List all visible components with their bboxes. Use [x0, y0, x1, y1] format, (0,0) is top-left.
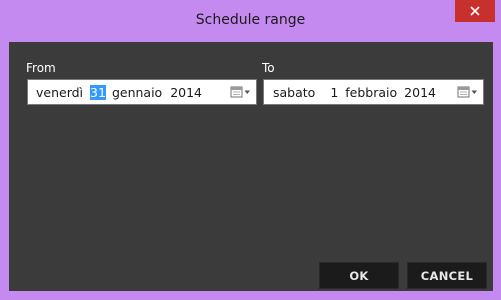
to-year[interactable]: 2014	[404, 85, 436, 100]
to-label: To	[262, 61, 275, 75]
to-date-picker[interactable]: sabato 1 febbraio 2014	[263, 79, 484, 105]
to-weekday[interactable]: sabato	[273, 85, 315, 100]
from-date-picker[interactable]: venerdì 31 gennaio 2014	[27, 79, 257, 105]
from-month[interactable]: gennaio	[112, 85, 162, 100]
ok-button[interactable]: OK	[319, 262, 399, 289]
window-title: Schedule range	[195, 12, 306, 28]
cancel-button[interactable]: CANCEL	[407, 262, 487, 289]
close-icon	[470, 6, 480, 16]
from-calendar-dropdown-button[interactable]	[230, 85, 252, 99]
close-button[interactable]	[455, 0, 495, 22]
from-year[interactable]: 2014	[170, 85, 202, 100]
calendar-dropdown-icon	[230, 86, 250, 98]
title-bar[interactable]: Schedule range	[0, 0, 501, 42]
to-month[interactable]: febbraio	[345, 85, 397, 100]
calendar-dropdown-icon	[457, 86, 477, 98]
dialog-content: From To venerdì 31 gennaio 2014 sabato 1…	[9, 42, 493, 291]
from-label: From	[26, 61, 56, 75]
from-weekday[interactable]: venerdì	[36, 85, 83, 100]
schedule-range-dialog: Schedule range From To venerdì 31 gennai…	[0, 0, 501, 300]
from-day[interactable]: 31	[90, 84, 106, 100]
to-calendar-dropdown-button[interactable]	[457, 85, 479, 99]
to-day[interactable]: 1	[330, 85, 338, 100]
